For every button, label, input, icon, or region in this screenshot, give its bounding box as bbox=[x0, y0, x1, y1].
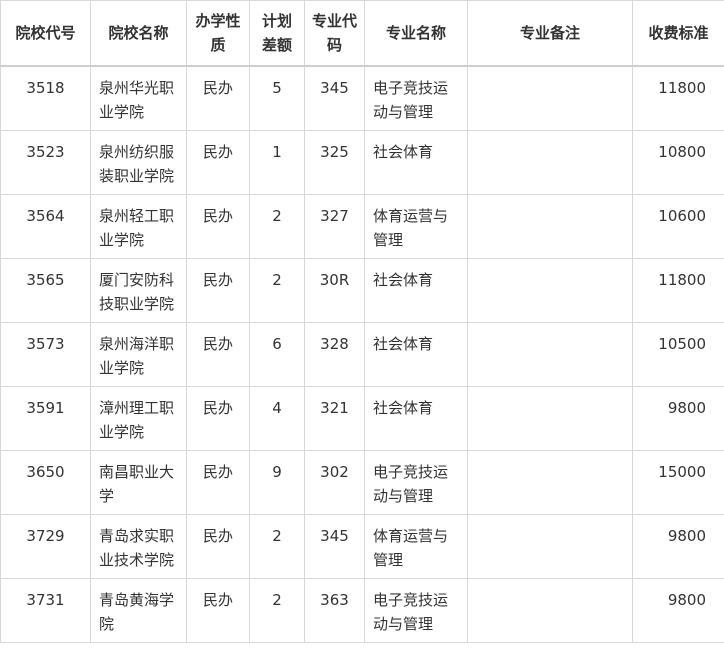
cell-school-type: 民办 bbox=[186, 193, 250, 259]
table-row: 3573 泉州海洋职业学院 民办 6 328 社会体育 10500 bbox=[0, 321, 724, 387]
cell-major-remark bbox=[467, 449, 633, 515]
header-fee: 收费标准 bbox=[632, 0, 724, 67]
cell-school-code: 3591 bbox=[0, 385, 91, 451]
cell-school-code: 3565 bbox=[0, 257, 91, 323]
cell-school-type: 民办 bbox=[186, 257, 250, 323]
cell-fee: 11800 bbox=[632, 65, 724, 131]
cell-quota-diff: 5 bbox=[249, 65, 305, 131]
table-row: 3523 泉州纺织服装职业学院 民办 1 325 社会体育 10800 bbox=[0, 129, 724, 195]
cell-school-type: 民办 bbox=[186, 321, 250, 387]
table-row: 3650 南昌职业大学 民办 9 302 电子竞技运动与管理 15000 bbox=[0, 449, 724, 515]
table-row: 3591 漳州理工职业学院 民办 4 321 社会体育 9800 bbox=[0, 385, 724, 451]
cell-quota-diff: 2 bbox=[249, 577, 305, 643]
table-body: 3518 泉州华光职业学院 民办 5 345 电子竞技运动与管理 11800 3523 泉州纺织… bbox=[0, 65, 724, 643]
header-major-remark: 专业备注 bbox=[467, 0, 633, 67]
cell-quota-diff: 6 bbox=[249, 321, 305, 387]
cell-school-name: 南昌职业大学 bbox=[90, 449, 187, 515]
cell-major-name: 体育运营与管理 bbox=[364, 513, 468, 579]
table-header-row: 院校代号 院校名称 办学性质 计划差额 专业代码 专业名称 专业备注 收费标准 bbox=[0, 0, 724, 67]
cell-major-remark bbox=[467, 193, 633, 259]
cell-school-name: 厦门安防科技职业学院 bbox=[90, 257, 187, 323]
cell-major-remark bbox=[467, 65, 633, 131]
header-major-name: 专业名称 bbox=[364, 0, 468, 67]
cell-fee: 10600 bbox=[632, 193, 724, 259]
table-row: 3518 泉州华光职业学院 民办 5 345 电子竞技运动与管理 11800 bbox=[0, 65, 724, 131]
cell-major-remark bbox=[467, 321, 633, 387]
cell-major-name: 电子竞技运动与管理 bbox=[364, 65, 468, 131]
cell-quota-diff: 4 bbox=[249, 385, 305, 451]
cell-quota-diff: 9 bbox=[249, 449, 305, 515]
cell-school-name: 泉州华光职业学院 bbox=[90, 65, 187, 131]
cell-major-remark bbox=[467, 257, 633, 323]
cell-major-code: 328 bbox=[304, 321, 365, 387]
cell-school-code: 3650 bbox=[0, 449, 91, 515]
table-row: 3565 厦门安防科技职业学院 民办 2 30R 社会体育 11800 bbox=[0, 257, 724, 323]
cell-major-name: 社会体育 bbox=[364, 129, 468, 195]
cell-major-name: 社会体育 bbox=[364, 257, 468, 323]
cell-school-name: 漳州理工职业学院 bbox=[90, 385, 187, 451]
cell-fee: 11800 bbox=[632, 257, 724, 323]
cell-major-code: 327 bbox=[304, 193, 365, 259]
cell-major-name: 电子竞技运动与管理 bbox=[364, 577, 468, 643]
cell-major-code: 30R bbox=[304, 257, 365, 323]
cell-school-type: 民办 bbox=[186, 129, 250, 195]
cell-school-type: 民办 bbox=[186, 577, 250, 643]
table-row: 3729 青岛求实职业技术学院 民办 2 345 体育运营与管理 9800 bbox=[0, 513, 724, 579]
cell-school-code: 3523 bbox=[0, 129, 91, 195]
table-row: 3731 青岛黄海学院 民办 2 363 电子竞技运动与管理 9800 bbox=[0, 577, 724, 643]
header-quota-diff: 计划差额 bbox=[249, 0, 305, 67]
cell-major-code: 325 bbox=[304, 129, 365, 195]
cell-quota-diff: 2 bbox=[249, 193, 305, 259]
cell-major-code: 345 bbox=[304, 65, 365, 131]
header-school-type: 办学性质 bbox=[186, 0, 250, 67]
cell-quota-diff: 2 bbox=[249, 513, 305, 579]
cell-major-name: 体育运营与管理 bbox=[364, 193, 468, 259]
admission-table: 院校代号 院校名称 办学性质 计划差额 专业代码 专业名称 专业备注 收费标准 … bbox=[0, 0, 724, 643]
cell-major-name: 社会体育 bbox=[364, 321, 468, 387]
cell-major-name: 电子竞技运动与管理 bbox=[364, 449, 468, 515]
cell-school-type: 民办 bbox=[186, 449, 250, 515]
cell-school-code: 3518 bbox=[0, 65, 91, 131]
header-major-code: 专业代码 bbox=[304, 0, 365, 67]
cell-major-remark bbox=[467, 513, 633, 579]
table-row: 3564 泉州轻工职业学院 民办 2 327 体育运营与管理 10600 bbox=[0, 193, 724, 259]
cell-fee: 9800 bbox=[632, 385, 724, 451]
cell-major-remark bbox=[467, 129, 633, 195]
cell-school-type: 民办 bbox=[186, 513, 250, 579]
cell-major-code: 321 bbox=[304, 385, 365, 451]
cell-major-remark bbox=[467, 577, 633, 643]
cell-school-name: 泉州轻工职业学院 bbox=[90, 193, 187, 259]
cell-school-code: 3729 bbox=[0, 513, 91, 579]
cell-quota-diff: 2 bbox=[249, 257, 305, 323]
cell-school-type: 民办 bbox=[186, 385, 250, 451]
cell-fee: 10500 bbox=[632, 321, 724, 387]
cell-fee: 9800 bbox=[632, 577, 724, 643]
cell-school-name: 青岛求实职业技术学院 bbox=[90, 513, 187, 579]
cell-fee: 15000 bbox=[632, 449, 724, 515]
cell-major-code: 302 bbox=[304, 449, 365, 515]
cell-school-name: 泉州纺织服装职业学院 bbox=[90, 129, 187, 195]
cell-quota-diff: 1 bbox=[249, 129, 305, 195]
cell-school-name: 泉州海洋职业学院 bbox=[90, 321, 187, 387]
header-school-name: 院校名称 bbox=[90, 0, 187, 67]
cell-school-code: 3573 bbox=[0, 321, 91, 387]
cell-fee: 9800 bbox=[632, 513, 724, 579]
cell-fee: 10800 bbox=[632, 129, 724, 195]
cell-school-name: 青岛黄海学院 bbox=[90, 577, 187, 643]
cell-major-name: 社会体育 bbox=[364, 385, 468, 451]
cell-major-remark bbox=[467, 385, 633, 451]
header-school-code: 院校代号 bbox=[0, 0, 91, 67]
cell-school-code: 3564 bbox=[0, 193, 91, 259]
cell-major-code: 345 bbox=[304, 513, 365, 579]
cell-school-code: 3731 bbox=[0, 577, 91, 643]
cell-school-type: 民办 bbox=[186, 65, 250, 131]
cell-major-code: 363 bbox=[304, 577, 365, 643]
